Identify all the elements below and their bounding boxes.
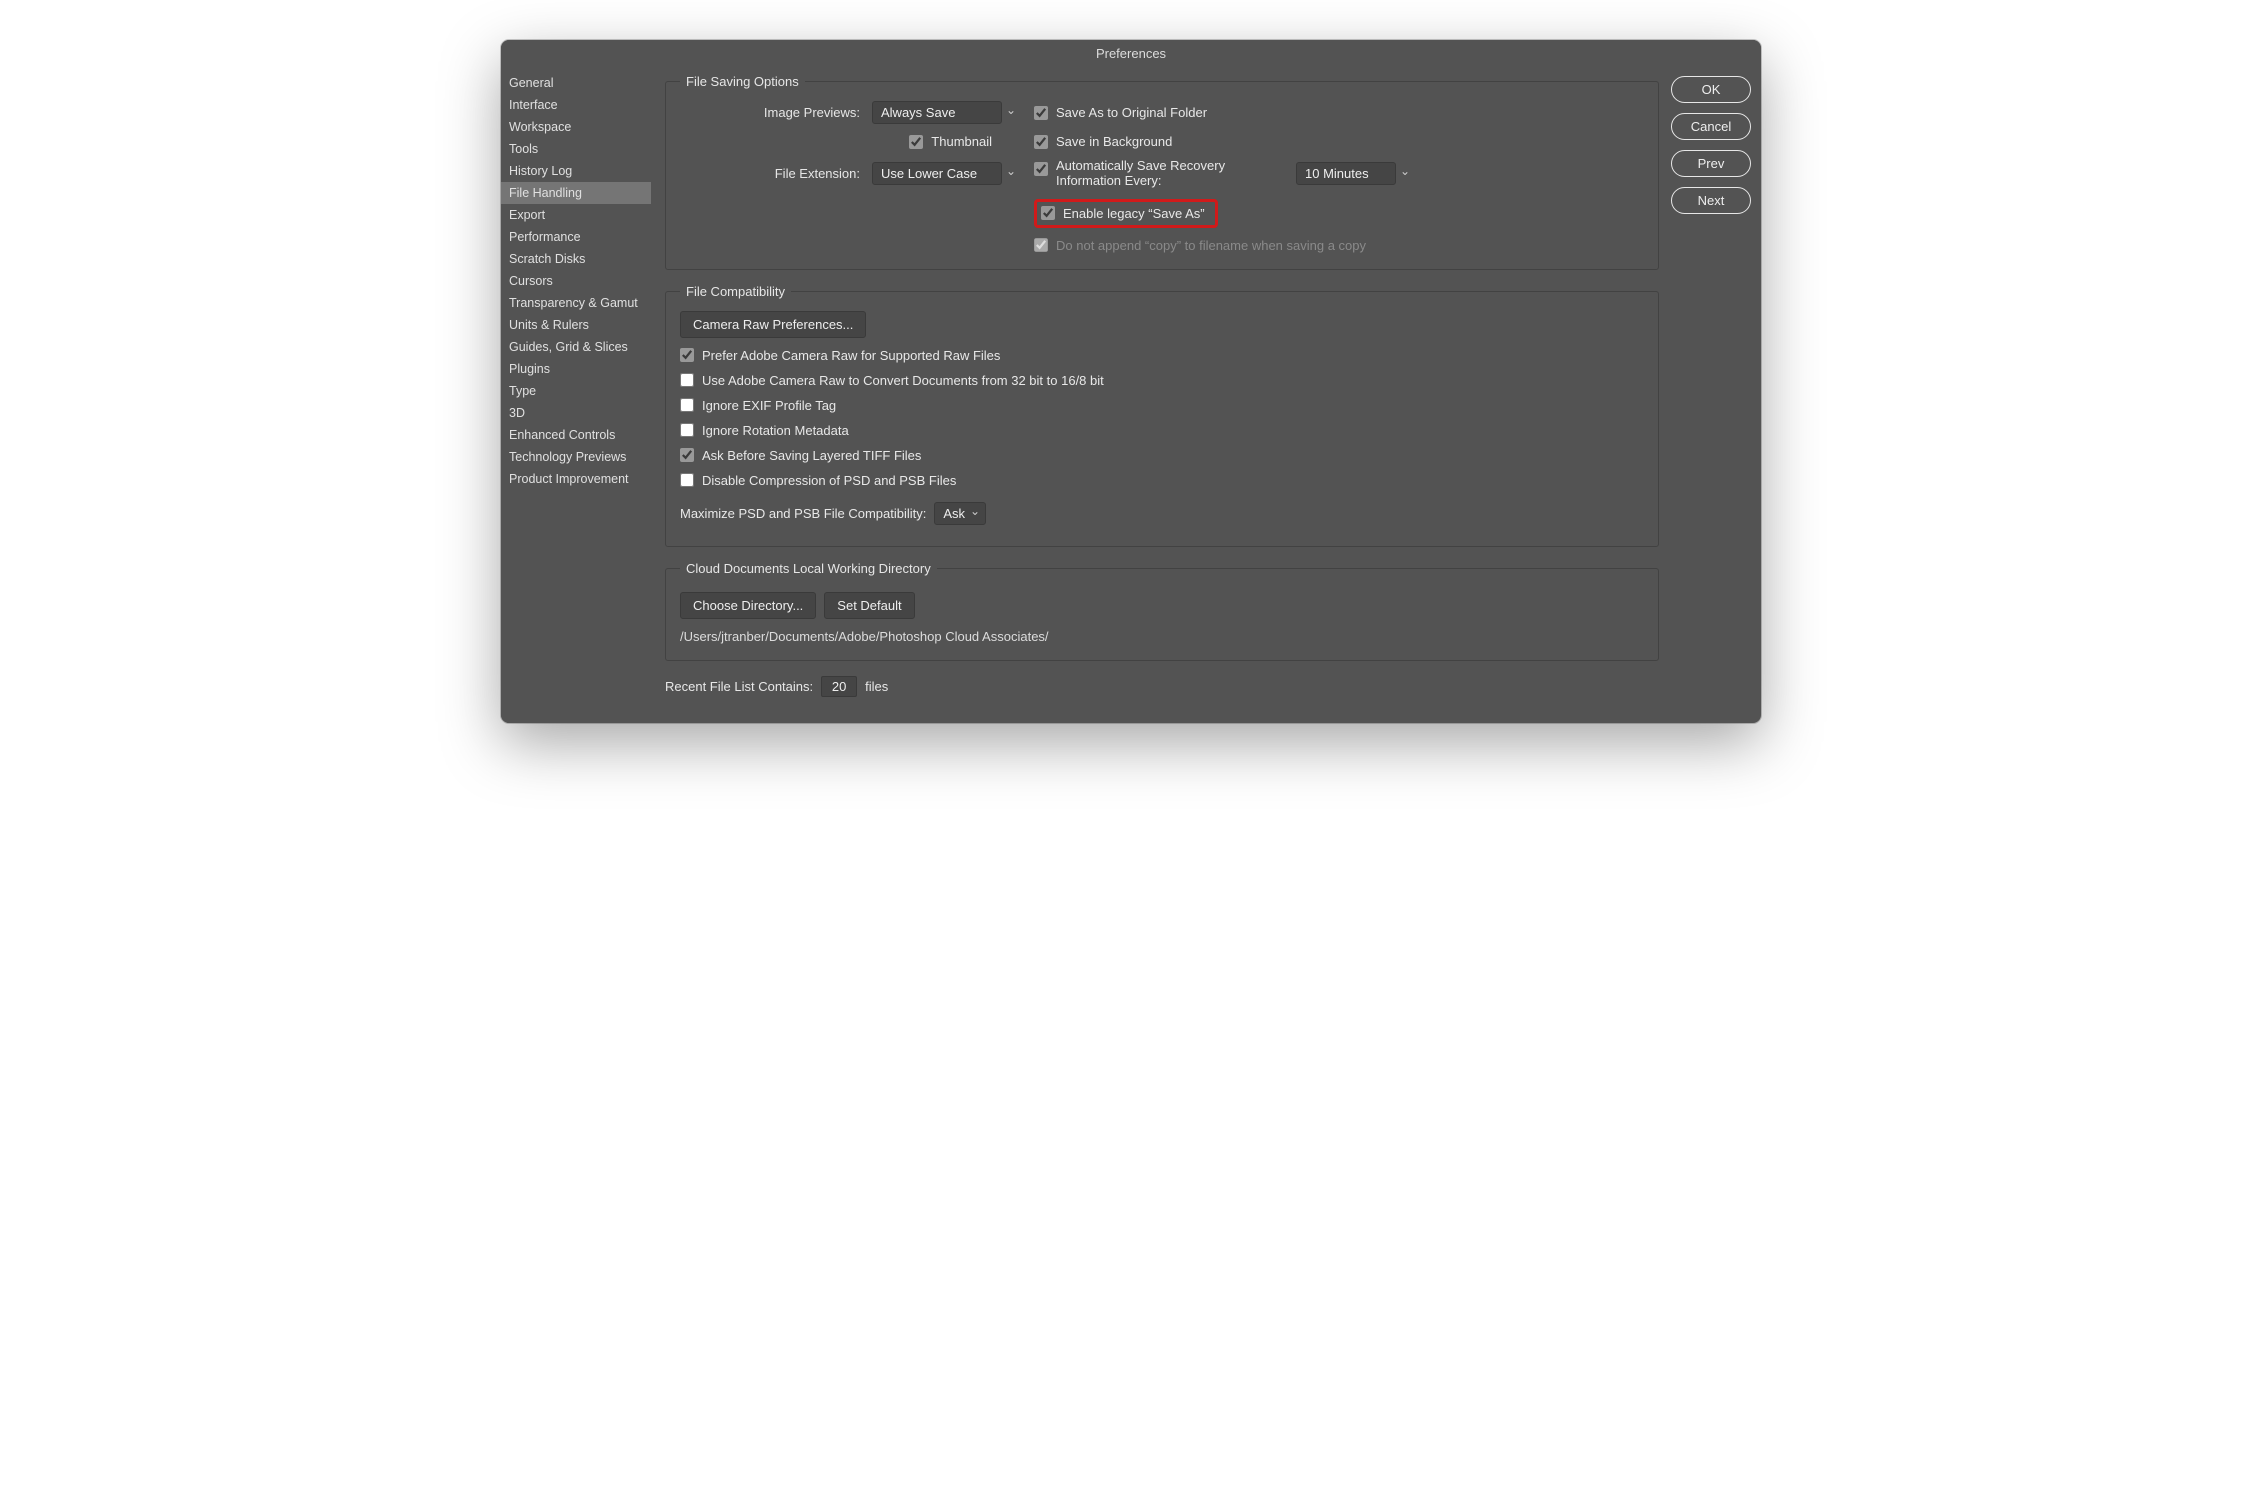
save-as-original-checkbox[interactable]: Save As to Original Folder	[1034, 105, 1284, 120]
recent-files-row: Recent File List Contains: files	[665, 675, 1659, 699]
file-extension-select[interactable]: Use Lower Case	[872, 162, 1022, 185]
cloud-documents-legend: Cloud Documents Local Working Directory	[680, 561, 937, 576]
window-body: GeneralInterfaceWorkspaceToolsHistory Lo…	[501, 68, 1761, 723]
preferences-window: Preferences GeneralInterfaceWorkspaceToo…	[501, 40, 1761, 723]
file-extension-label: File Extension:	[680, 166, 860, 181]
sidebar-item-transparency-gamut[interactable]: Transparency & Gamut	[501, 292, 651, 314]
auto-save-interval-select[interactable]: 10 Minutes	[1296, 162, 1416, 185]
next-button[interactable]: Next	[1671, 187, 1751, 214]
cancel-button[interactable]: Cancel	[1671, 113, 1751, 140]
set-default-button[interactable]: Set Default	[824, 592, 914, 619]
ignore-exif-checkbox[interactable]: Ignore EXIF Profile Tag	[680, 398, 1644, 413]
disable-compression-checkbox[interactable]: Disable Compression of PSD and PSB Files	[680, 473, 1644, 488]
recent-files-label-post: files	[865, 679, 888, 694]
ignore-rotation-checkbox[interactable]: Ignore Rotation Metadata	[680, 423, 1644, 438]
acr-convert-3216-checkbox[interactable]: Use Adobe Camera Raw to Convert Document…	[680, 373, 1644, 388]
sidebar-item-performance[interactable]: Performance	[501, 226, 651, 248]
content: File Saving Options Image Previews: Alwa…	[665, 74, 1659, 703]
actions-column: OK Cancel Prev Next	[1671, 74, 1751, 703]
sidebar-item-3d[interactable]: 3D	[501, 402, 651, 424]
sidebar-item-interface[interactable]: Interface	[501, 94, 651, 116]
maximize-compat-select[interactable]: Ask	[934, 502, 986, 525]
recent-files-label-pre: Recent File List Contains:	[665, 679, 813, 694]
sidebar-item-type[interactable]: Type	[501, 380, 651, 402]
file-compatibility-group: File Compatibility Camera Raw Preference…	[665, 284, 1659, 547]
sidebar-item-tools[interactable]: Tools	[501, 138, 651, 160]
sidebar-item-general[interactable]: General	[501, 72, 651, 94]
sidebar-item-history-log[interactable]: History Log	[501, 160, 651, 182]
cloud-working-directory-path: /Users/jtranber/Documents/Adobe/Photosho…	[680, 629, 1644, 644]
window-title: Preferences	[501, 40, 1761, 68]
sidebar-item-guides-grid-slices[interactable]: Guides, Grid & Slices	[501, 336, 651, 358]
sidebar-item-cursors[interactable]: Cursors	[501, 270, 651, 292]
ask-tiff-checkbox[interactable]: Ask Before Saving Layered TIFF Files	[680, 448, 1644, 463]
sidebar-item-enhanced-controls[interactable]: Enhanced Controls	[501, 424, 651, 446]
sidebar-item-scratch-disks[interactable]: Scratch Disks	[501, 248, 651, 270]
recent-files-input[interactable]	[821, 676, 857, 697]
file-saving-group: File Saving Options Image Previews: Alwa…	[665, 74, 1659, 270]
auto-save-checkbox[interactable]: Automatically Save Recovery Information …	[1034, 159, 1284, 189]
sidebar: GeneralInterfaceWorkspaceToolsHistory Lo…	[501, 68, 651, 723]
sidebar-item-technology-previews[interactable]: Technology Previews	[501, 446, 651, 468]
file-saving-legend: File Saving Options	[680, 74, 805, 89]
maximize-compat-label: Maximize PSD and PSB File Compatibility:	[680, 506, 926, 521]
save-in-background-checkbox[interactable]: Save in Background	[1034, 134, 1284, 149]
sidebar-item-product-improvement[interactable]: Product Improvement	[501, 468, 651, 490]
sidebar-item-units-rulers[interactable]: Units & Rulers	[501, 314, 651, 336]
sidebar-item-workspace[interactable]: Workspace	[501, 116, 651, 138]
ok-button[interactable]: OK	[1671, 76, 1751, 103]
camera-raw-preferences-button[interactable]: Camera Raw Preferences...	[680, 311, 866, 338]
sidebar-item-file-handling[interactable]: File Handling	[501, 182, 651, 204]
no-copy-suffix-checkbox: Do not append “copy” to filename when sa…	[1034, 238, 1416, 253]
sidebar-item-plugins[interactable]: Plugins	[501, 358, 651, 380]
enable-legacy-save-as-checkbox[interactable]: Enable legacy “Save As”	[1041, 206, 1205, 221]
cloud-documents-group: Cloud Documents Local Working Directory …	[665, 561, 1659, 661]
file-compatibility-legend: File Compatibility	[680, 284, 791, 299]
main-area: File Saving Options Image Previews: Alwa…	[651, 68, 1761, 723]
thumbnail-checkbox[interactable]: Thumbnail	[872, 134, 1022, 149]
prefer-acr-checkbox[interactable]: Prefer Adobe Camera Raw for Supported Ra…	[680, 348, 1644, 363]
enable-legacy-highlight: Enable legacy “Save As”	[1034, 199, 1218, 228]
image-previews-label: Image Previews:	[680, 105, 860, 120]
image-previews-select[interactable]: Always Save	[872, 101, 1022, 124]
prev-button[interactable]: Prev	[1671, 150, 1751, 177]
choose-directory-button[interactable]: Choose Directory...	[680, 592, 816, 619]
sidebar-item-export[interactable]: Export	[501, 204, 651, 226]
